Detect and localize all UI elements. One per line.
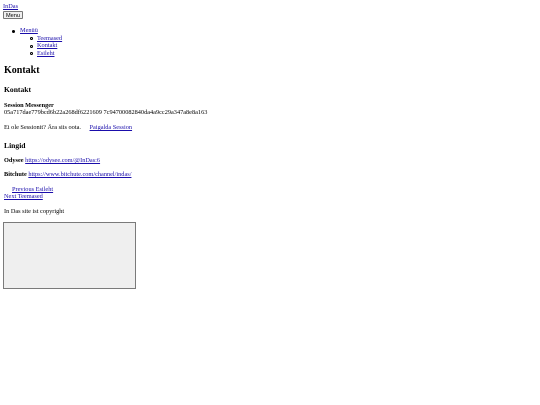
nav-subitem-teemased: Teemased bbox=[29, 35, 62, 43]
logo-image-alt: InDas bbox=[3, 3, 19, 10]
site-logo-link[interactable]: InDas bbox=[3, 3, 18, 11]
contact-heading: Kontakt bbox=[4, 85, 32, 94]
page-title: Kontakt bbox=[4, 65, 40, 76]
copyright-text: In Das site ist copyright bbox=[4, 208, 65, 215]
nav-link-teemased[interactable]: Teemased bbox=[37, 35, 62, 42]
main-navigation: Menüü Teemased Kontakt Esileht bbox=[12, 27, 62, 57]
nav-submenu: Teemased Kontakt Esileht bbox=[20, 35, 62, 58]
links-heading: Lingid bbox=[4, 141, 26, 150]
nav-link-esileht[interactable]: Esileht bbox=[37, 50, 55, 57]
session-id: 05a717dae779bcd6b22a268df6221609 7c94700… bbox=[4, 109, 208, 116]
odysee-link[interactable]: https://odysee.com/@InDas:6 bbox=[25, 157, 100, 164]
no-session-line: Ei ole Sessionit? Ära siis oota. Paigald… bbox=[4, 124, 132, 132]
menu-button[interactable]: Menu bbox=[3, 11, 23, 19]
no-session-text: Ei ole Sessionit? Ära siis oota. bbox=[4, 124, 81, 131]
odysee-label: Odysee bbox=[4, 157, 24, 164]
nav-link-menu[interactable]: Menüü bbox=[20, 27, 38, 34]
bitchute-label: Bitchute bbox=[4, 171, 27, 178]
next-post-row: Next Teemased bbox=[4, 193, 43, 201]
bitchute-row: Bitchute https://www.bitchute.com/channe… bbox=[4, 171, 131, 179]
next-post-link[interactable]: Next Teemased bbox=[4, 193, 43, 200]
nav-subitem-kontakt: Kontakt bbox=[29, 42, 62, 50]
odysee-row: Odysee https://odysee.com/@InDas:6 bbox=[4, 157, 100, 165]
bitchute-link[interactable]: https://www.bitchute.com/channel/indas/ bbox=[28, 171, 131, 178]
previous-post-link[interactable]: Previous Esileht bbox=[12, 186, 53, 193]
download-session-link[interactable]: Paigalda Session bbox=[90, 124, 133, 131]
embedded-frame[interactable] bbox=[3, 222, 136, 289]
nav-item-menu: Menüü Teemased Kontakt Esileht bbox=[12, 27, 62, 57]
nav-link-kontakt[interactable]: Kontakt bbox=[37, 42, 57, 49]
nav-subitem-esileht: Esileht bbox=[29, 50, 62, 58]
